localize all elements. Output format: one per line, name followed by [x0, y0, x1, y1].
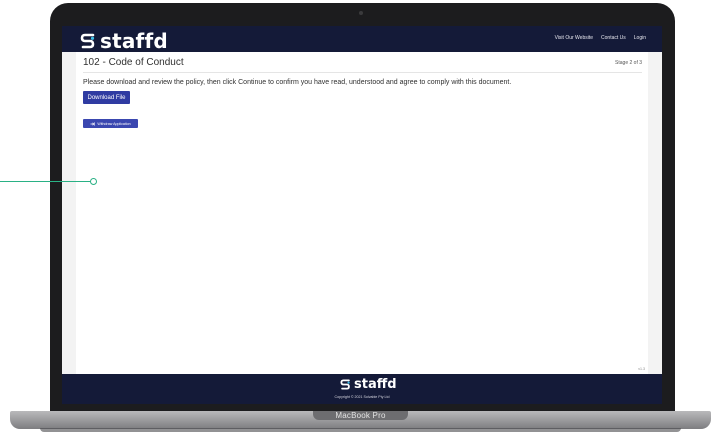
withdraw-icon [90, 121, 96, 126]
top-nav: Visit Our Website Contact Us Login [555, 35, 646, 41]
withdraw-label: Withdraw Application [97, 121, 131, 126]
staffd-logo-icon [80, 33, 95, 49]
page-title: 102 - Code of Conduct [83, 57, 184, 68]
version-label: v1.3 [638, 367, 645, 371]
screen: staffd Visit Our Website Contact Us Logi… [62, 26, 662, 404]
app-footer: staffd Copyright © 2021 Solvable Pty Ltd [62, 374, 662, 404]
footer-brand: staffd [340, 377, 397, 392]
nav-contact-us[interactable]: Contact Us [601, 35, 626, 41]
nav-login[interactable]: Login [634, 35, 646, 41]
laptop-shadow [40, 428, 681, 432]
brand-name: staffd [100, 29, 168, 53]
brand-logo[interactable]: staffd [80, 29, 168, 53]
stage-indicator: Stage 2 of 3 [615, 60, 642, 66]
app-header: staffd Visit Our Website Contact Us Logi… [62, 26, 662, 53]
withdraw-application-button[interactable]: Withdraw Application [83, 119, 138, 128]
device-label: MacBook Pro [335, 411, 386, 420]
footer-brand-name: staffd [354, 377, 397, 392]
nav-visit-website[interactable]: Visit Our Website [555, 35, 593, 41]
callout-line [0, 181, 91, 182]
instructions-text: Please download and review the policy, t… [83, 79, 512, 86]
camera-icon [359, 11, 363, 15]
copyright-text: Copyright © 2021 Solvable Pty Ltd [334, 395, 390, 399]
content-panel: 102 - Code of Conduct Stage 2 of 3 Pleas… [76, 52, 648, 374]
download-file-button[interactable]: Download File [83, 91, 130, 104]
callout-dot [90, 178, 97, 185]
staffd-logo-icon [340, 379, 350, 390]
title-divider [83, 72, 642, 73]
